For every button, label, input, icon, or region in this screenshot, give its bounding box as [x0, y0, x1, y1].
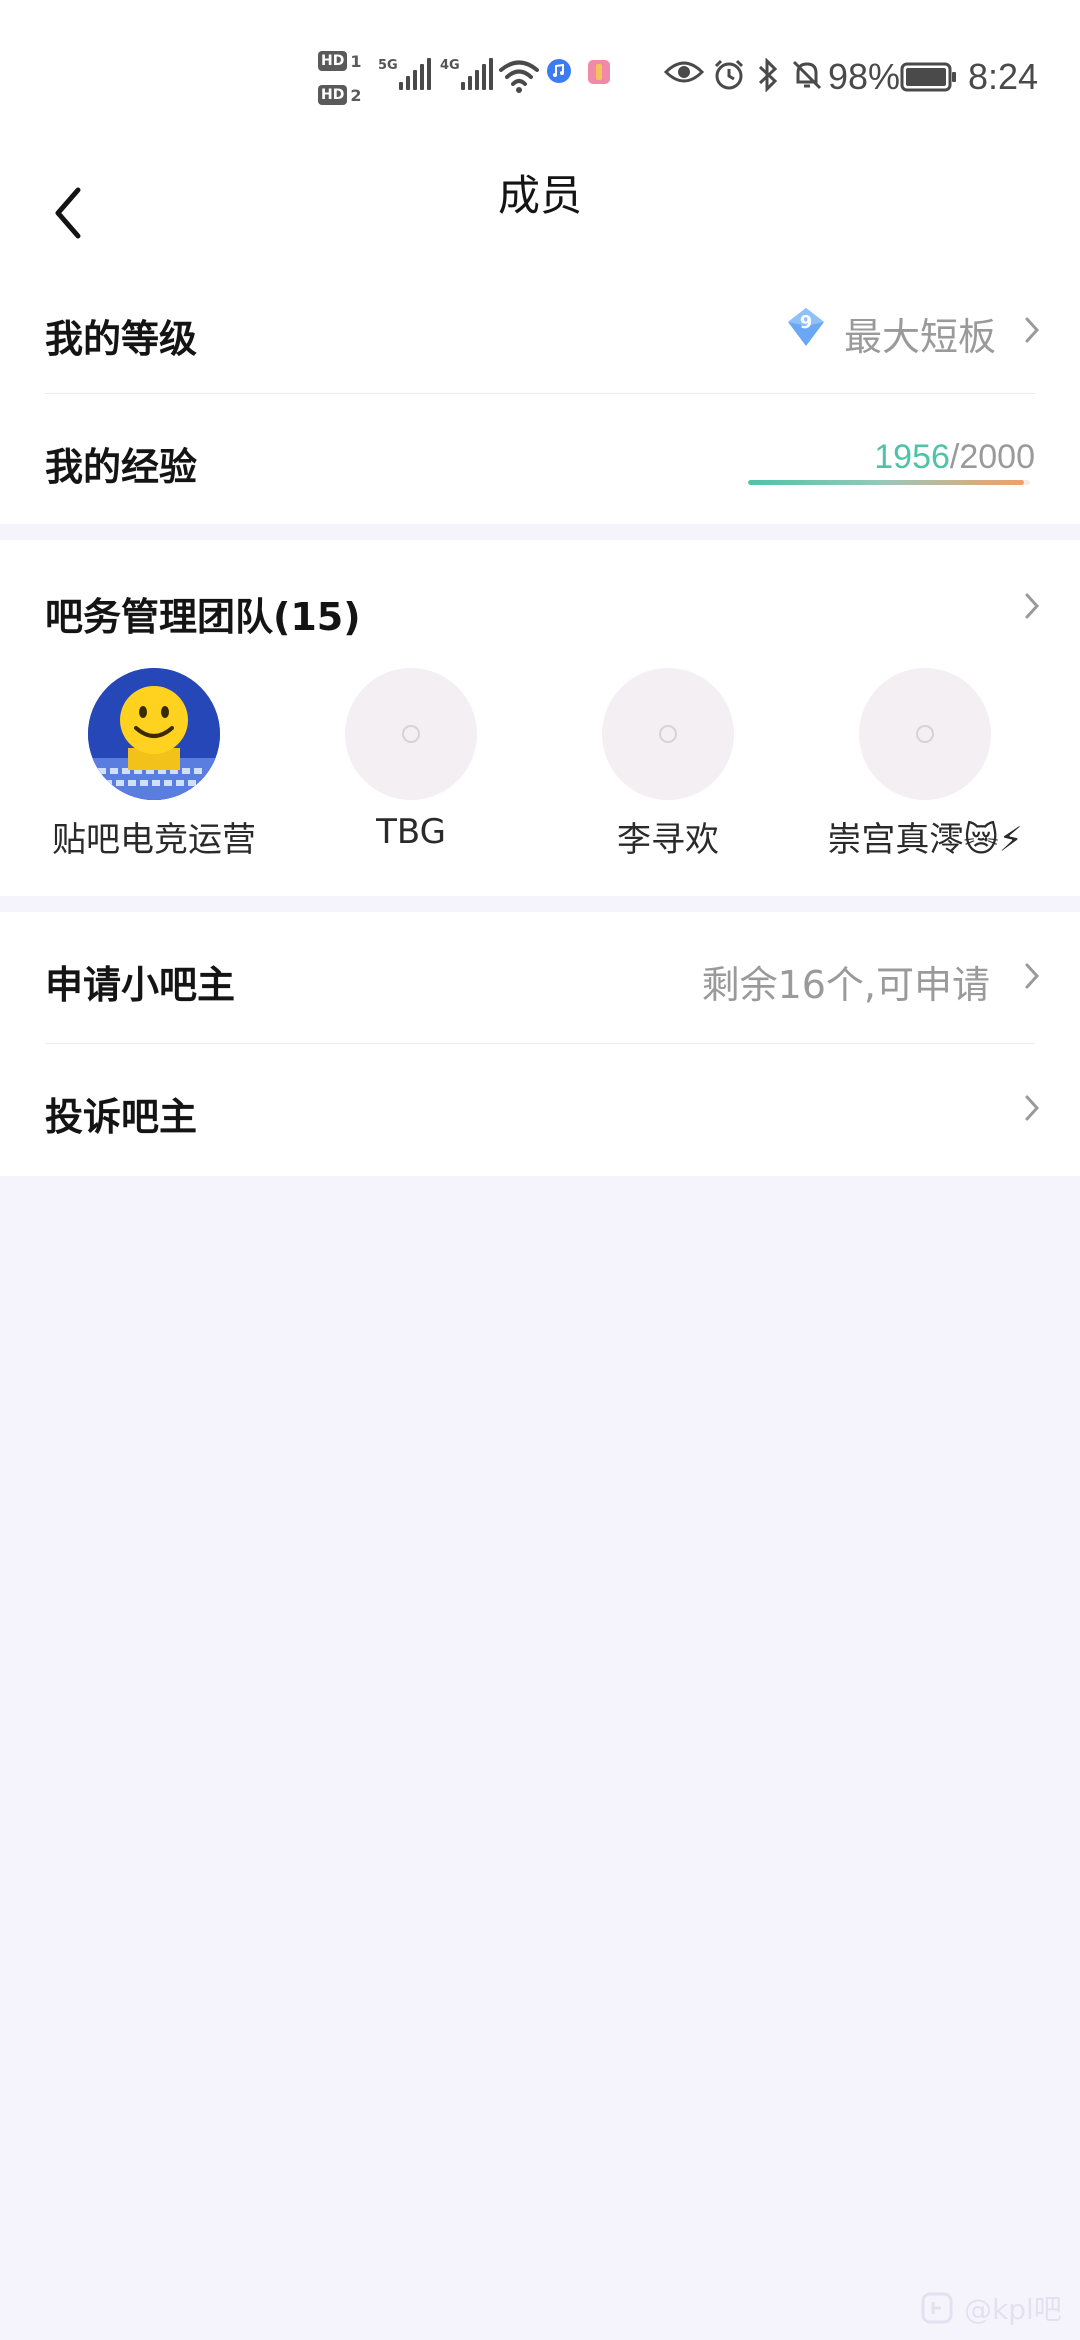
- status-bar: HD 1 HD 2 5G 4G 98% 8:24: [0, 0, 1080, 150]
- hd2-num: 2: [350, 85, 362, 105]
- level-row[interactable]: 我的等级 9 最大短板: [0, 280, 1080, 394]
- level-value: 最大短板: [844, 315, 997, 359]
- management-team-section[interactable]: 吧务管理团队(15) 贴吧电竞运营 TBG 李寻欢 崇宫真澪😿⚡: [0, 540, 1080, 896]
- bluetooth-icon: [758, 58, 778, 92]
- signal-5g-icon: 5G: [378, 58, 431, 90]
- mute-icon: [792, 60, 822, 90]
- member-name: TBG: [376, 812, 446, 852]
- hd1-num: 1: [350, 51, 362, 71]
- watermark: @kpl吧: [920, 2288, 1062, 2328]
- signal2-gen: 4G: [440, 58, 460, 73]
- signal-4g-icon: 4G: [440, 58, 493, 90]
- app-icon: [588, 60, 610, 84]
- alarm-icon: [714, 59, 744, 90]
- level-label: 我的等级: [45, 317, 198, 361]
- experience-current: 1956: [874, 438, 950, 476]
- watermark-logo-icon: [921, 2292, 953, 2324]
- chevron-right-icon: [1025, 963, 1040, 989]
- level-badge-icon: 9: [783, 304, 829, 350]
- wifi-icon: [499, 60, 539, 93]
- experience-value: 1956/2000: [874, 438, 1035, 477]
- chevron-right-icon: [1025, 317, 1040, 343]
- clock-time: 8:24: [968, 56, 1039, 97]
- team-title: 吧务管理团队(15): [45, 595, 361, 639]
- chevron-right-icon: [1025, 1095, 1040, 1121]
- watermark-text: @kpl吧: [964, 2293, 1062, 2326]
- member-avatar[interactable]: [88, 668, 220, 800]
- page-title: 成员: [497, 171, 582, 220]
- experience-max: 2000: [959, 438, 1035, 476]
- experience-separator: /: [949, 438, 960, 476]
- apply-assistant-row[interactable]: 申请小吧主 剩余16个,可申请: [0, 912, 1080, 1044]
- signal1-gen: 5G: [378, 58, 398, 73]
- level-badge-number: 9: [799, 312, 813, 333]
- hd2-label: HD: [318, 85, 348, 105]
- placeholder-dot-icon: [916, 725, 934, 743]
- music-icon: [547, 59, 571, 83]
- member-avatar[interactable]: [345, 668, 477, 800]
- member-avatar[interactable]: [602, 668, 734, 800]
- complain-owner-row[interactable]: 投诉吧主: [0, 1044, 1080, 1176]
- placeholder-dot-icon: [402, 725, 420, 743]
- experience-progress-bar: [748, 480, 1030, 485]
- member-name: 李寻欢: [617, 820, 719, 860]
- experience-row: 我的经验 1956/2000: [0, 394, 1080, 524]
- placeholder-dot-icon: [659, 725, 677, 743]
- member-name: 贴吧电竞运营: [52, 820, 256, 860]
- battery-icon: [900, 62, 956, 92]
- apply-label: 申请小吧主: [45, 963, 236, 1007]
- eye-icon: [664, 61, 704, 83]
- battery-text: 98%: [828, 56, 901, 97]
- member-name: 崇宫真澪😿⚡: [827, 820, 1023, 860]
- complain-label: 投诉吧主: [45, 1095, 198, 1139]
- hd1-label: HD: [318, 51, 348, 71]
- apply-value: 剩余16个,可申请: [701, 963, 990, 1007]
- hd-indicators: HD 1 HD 2: [318, 48, 368, 116]
- member-avatar[interactable]: [859, 668, 991, 800]
- experience-label: 我的经验: [45, 445, 198, 489]
- experience-progress-fill: [748, 480, 1024, 485]
- navigation-header: 成员: [0, 150, 1080, 280]
- chevron-right-icon: [1025, 593, 1040, 619]
